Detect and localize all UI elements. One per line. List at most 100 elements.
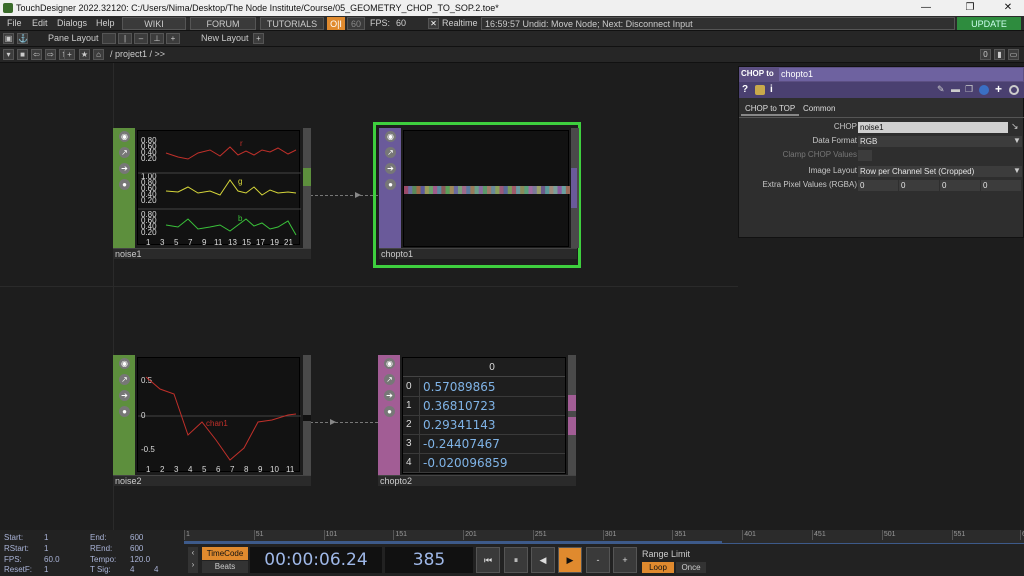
resetf-value[interactable]: 1 <box>44 565 48 574</box>
tempo-value[interactable]: 120.0 <box>130 555 150 564</box>
forward-arrow-icon[interactable]: ⇨ <box>45 49 56 60</box>
target-icon[interactable] <box>1009 85 1019 95</box>
info-icon[interactable]: i <box>770 84 773 95</box>
dropdown-icon[interactable]: ▾ <box>3 49 14 60</box>
table-row[interactable]: 2 0.29341143 <box>403 416 565 435</box>
node-bypass-icon[interactable]: ↗ <box>119 147 130 158</box>
table-row[interactable]: 4 -0.020096859 <box>403 454 565 473</box>
node-viewer[interactable]: 0.80 0.60 0.40 0.20 1.00 0.80 0.60 0.40 … <box>137 130 301 247</box>
node-render-icon[interactable]: ● <box>119 406 130 417</box>
comment-icon[interactable]: ▬ <box>951 84 960 94</box>
node-viewer-icon[interactable]: ◉ <box>119 131 130 142</box>
pane-split-icon[interactable]: ▮ <box>994 49 1005 60</box>
output-port[interactable] <box>303 415 311 421</box>
output-port[interactable] <box>568 395 576 411</box>
close-button[interactable]: ✕ <box>994 0 1022 16</box>
pane-expand-icon[interactable]: ▭ <box>1008 49 1019 60</box>
clamp-toggle[interactable] <box>858 150 872 161</box>
extra-r-field[interactable]: 0 <box>858 180 898 191</box>
star-icon[interactable]: ★ <box>79 49 90 60</box>
table-row[interactable]: 5-0.27006927 <box>403 473 566 474</box>
node-chopto1[interactable]: ◉ ↗ ➔ ● chopto1 <box>373 122 581 268</box>
edit-icon[interactable]: ✎ <box>937 84 945 95</box>
node-chopto2[interactable]: ◉ ↗ ➔ ● 0 0 0.57089865 1 0.36810723 2 0.29341… <box>378 355 576 487</box>
layout-hsplit-icon[interactable]: – <box>134 33 148 44</box>
pin-icon[interactable]: ⌂ <box>93 49 104 60</box>
python-icon[interactable] <box>979 85 989 95</box>
wire-noise1-chopto1[interactable] <box>310 195 378 196</box>
start-value[interactable]: 1 <box>44 533 48 542</box>
extra-a-field[interactable]: 0 <box>981 180 1021 191</box>
node-display-icon[interactable]: ➔ <box>119 390 130 401</box>
node-label[interactable]: noise2 <box>113 475 311 486</box>
rend-value[interactable]: 600 <box>130 544 143 553</box>
node-viewer-icon[interactable]: ◉ <box>385 131 396 142</box>
node-render-icon[interactable]: ● <box>384 406 395 417</box>
step-back-icon[interactable]: - <box>586 547 610 573</box>
tsig-numerator[interactable]: 4 <box>130 565 134 574</box>
extra-b-field[interactable]: 0 <box>940 180 980 191</box>
output-port[interactable] <box>568 417 576 435</box>
python-help-icon[interactable] <box>755 85 765 95</box>
table-row[interactable]: 0 0.57089865 <box>403 378 565 397</box>
realtime-checkbox[interactable]: ✕ <box>428 18 439 29</box>
timeline-pin-icon[interactable]: ‹ › <box>188 547 198 573</box>
output-connector[interactable] <box>303 128 311 248</box>
add-param-icon[interactable]: + <box>995 82 1002 96</box>
node-noise1[interactable]: ◉ ↗ ➔ ● 0.80 0.60 0.40 0.20 1.00 0.80 0.… <box>113 128 311 260</box>
end-value[interactable]: 600 <box>130 533 143 542</box>
output-connector[interactable] <box>568 355 576 475</box>
pause-icon[interactable]: ⏸ <box>504 547 528 573</box>
dat-table-viewer[interactable]: 0 0 0.57089865 1 0.36810723 2 0.29341143 3 -0.2… <box>402 357 566 474</box>
table-row[interactable]: 1 0.36810723 <box>403 397 565 416</box>
minimize-button[interactable]: — <box>912 0 940 16</box>
wiki-button[interactable]: WIKI <box>122 17 186 30</box>
fps-target-field[interactable]: 60 <box>347 17 365 30</box>
node-display-icon[interactable]: ➔ <box>385 163 396 174</box>
node-label[interactable]: noise1 <box>113 248 311 259</box>
menu-dialogs[interactable]: Dialogs <box>57 16 87 31</box>
node-bypass-icon[interactable]: ↗ <box>385 147 396 158</box>
node-viewer-icon[interactable]: ◉ <box>119 358 130 369</box>
node-display-icon[interactable]: ➔ <box>384 390 395 401</box>
node-render-icon[interactable]: ● <box>119 179 130 190</box>
pane-view-icon[interactable]: ▣ <box>3 33 14 44</box>
extra-g-field[interactable]: 0 <box>899 180 939 191</box>
table-row[interactable]: 3 -0.24407467 <box>403 435 565 454</box>
node-label[interactable]: chopto1 <box>379 248 577 259</box>
tab-chop-to-top[interactable]: CHOP to TOP <box>741 102 800 116</box>
play-forward-icon[interactable]: ▶ <box>558 547 582 573</box>
update-button[interactable]: UPDATE <box>957 17 1021 30</box>
add-bookmark-icon[interactable]: + <box>64 49 75 60</box>
loop-button[interactable]: Loop <box>642 562 674 573</box>
node-viewer-icon[interactable]: ◉ <box>384 358 395 369</box>
layout-triple-icon[interactable]: ⊥ <box>150 33 164 44</box>
layout-split-icon[interactable]: | <box>118 33 132 44</box>
layout-single-icon[interactable] <box>102 33 116 44</box>
output-port[interactable] <box>303 168 311 186</box>
add-layout-button[interactable]: + <box>253 33 264 44</box>
data-format-select[interactable]: RGB <box>858 136 1022 147</box>
forum-button[interactable]: FORUM <box>190 17 256 30</box>
new-layout-label[interactable]: New Layout <box>201 31 249 46</box>
node-label[interactable]: chopto2 <box>378 475 576 486</box>
output-port[interactable] <box>571 168 577 208</box>
back-arrow-icon[interactable]: ⇦ <box>31 49 42 60</box>
node-bypass-icon[interactable]: ↗ <box>384 374 395 385</box>
rstart-value[interactable]: 1 <box>44 544 48 553</box>
menu-edit[interactable]: Edit <box>32 16 48 31</box>
node-viewer[interactable]: 0.5 0 -0.5 chan1 1 2 3 4 5 6 7 8 9 10 11 <box>137 357 301 474</box>
network-path[interactable]: / project1 / >> <box>110 47 165 62</box>
anchor-icon[interactable]: ⚓ <box>17 33 28 44</box>
tab-common[interactable]: Common <box>803 102 835 116</box>
copy-icon[interactable]: ❐ <box>965 84 973 95</box>
fps-value[interactable]: 60.0 <box>44 555 60 564</box>
chevron-down-icon[interactable]: ▼ <box>1013 136 1021 145</box>
rewind-icon[interactable]: ⏮ <box>476 547 500 573</box>
layout-quad-icon[interactable]: + <box>166 33 180 44</box>
timecode-toggle[interactable]: TimeCode <box>202 547 248 560</box>
step-forward-icon[interactable]: + <box>613 547 637 573</box>
frame-display[interactable]: 385 <box>385 547 473 573</box>
node-viewer[interactable] <box>403 130 571 247</box>
node-bypass-icon[interactable]: ↗ <box>119 374 130 385</box>
